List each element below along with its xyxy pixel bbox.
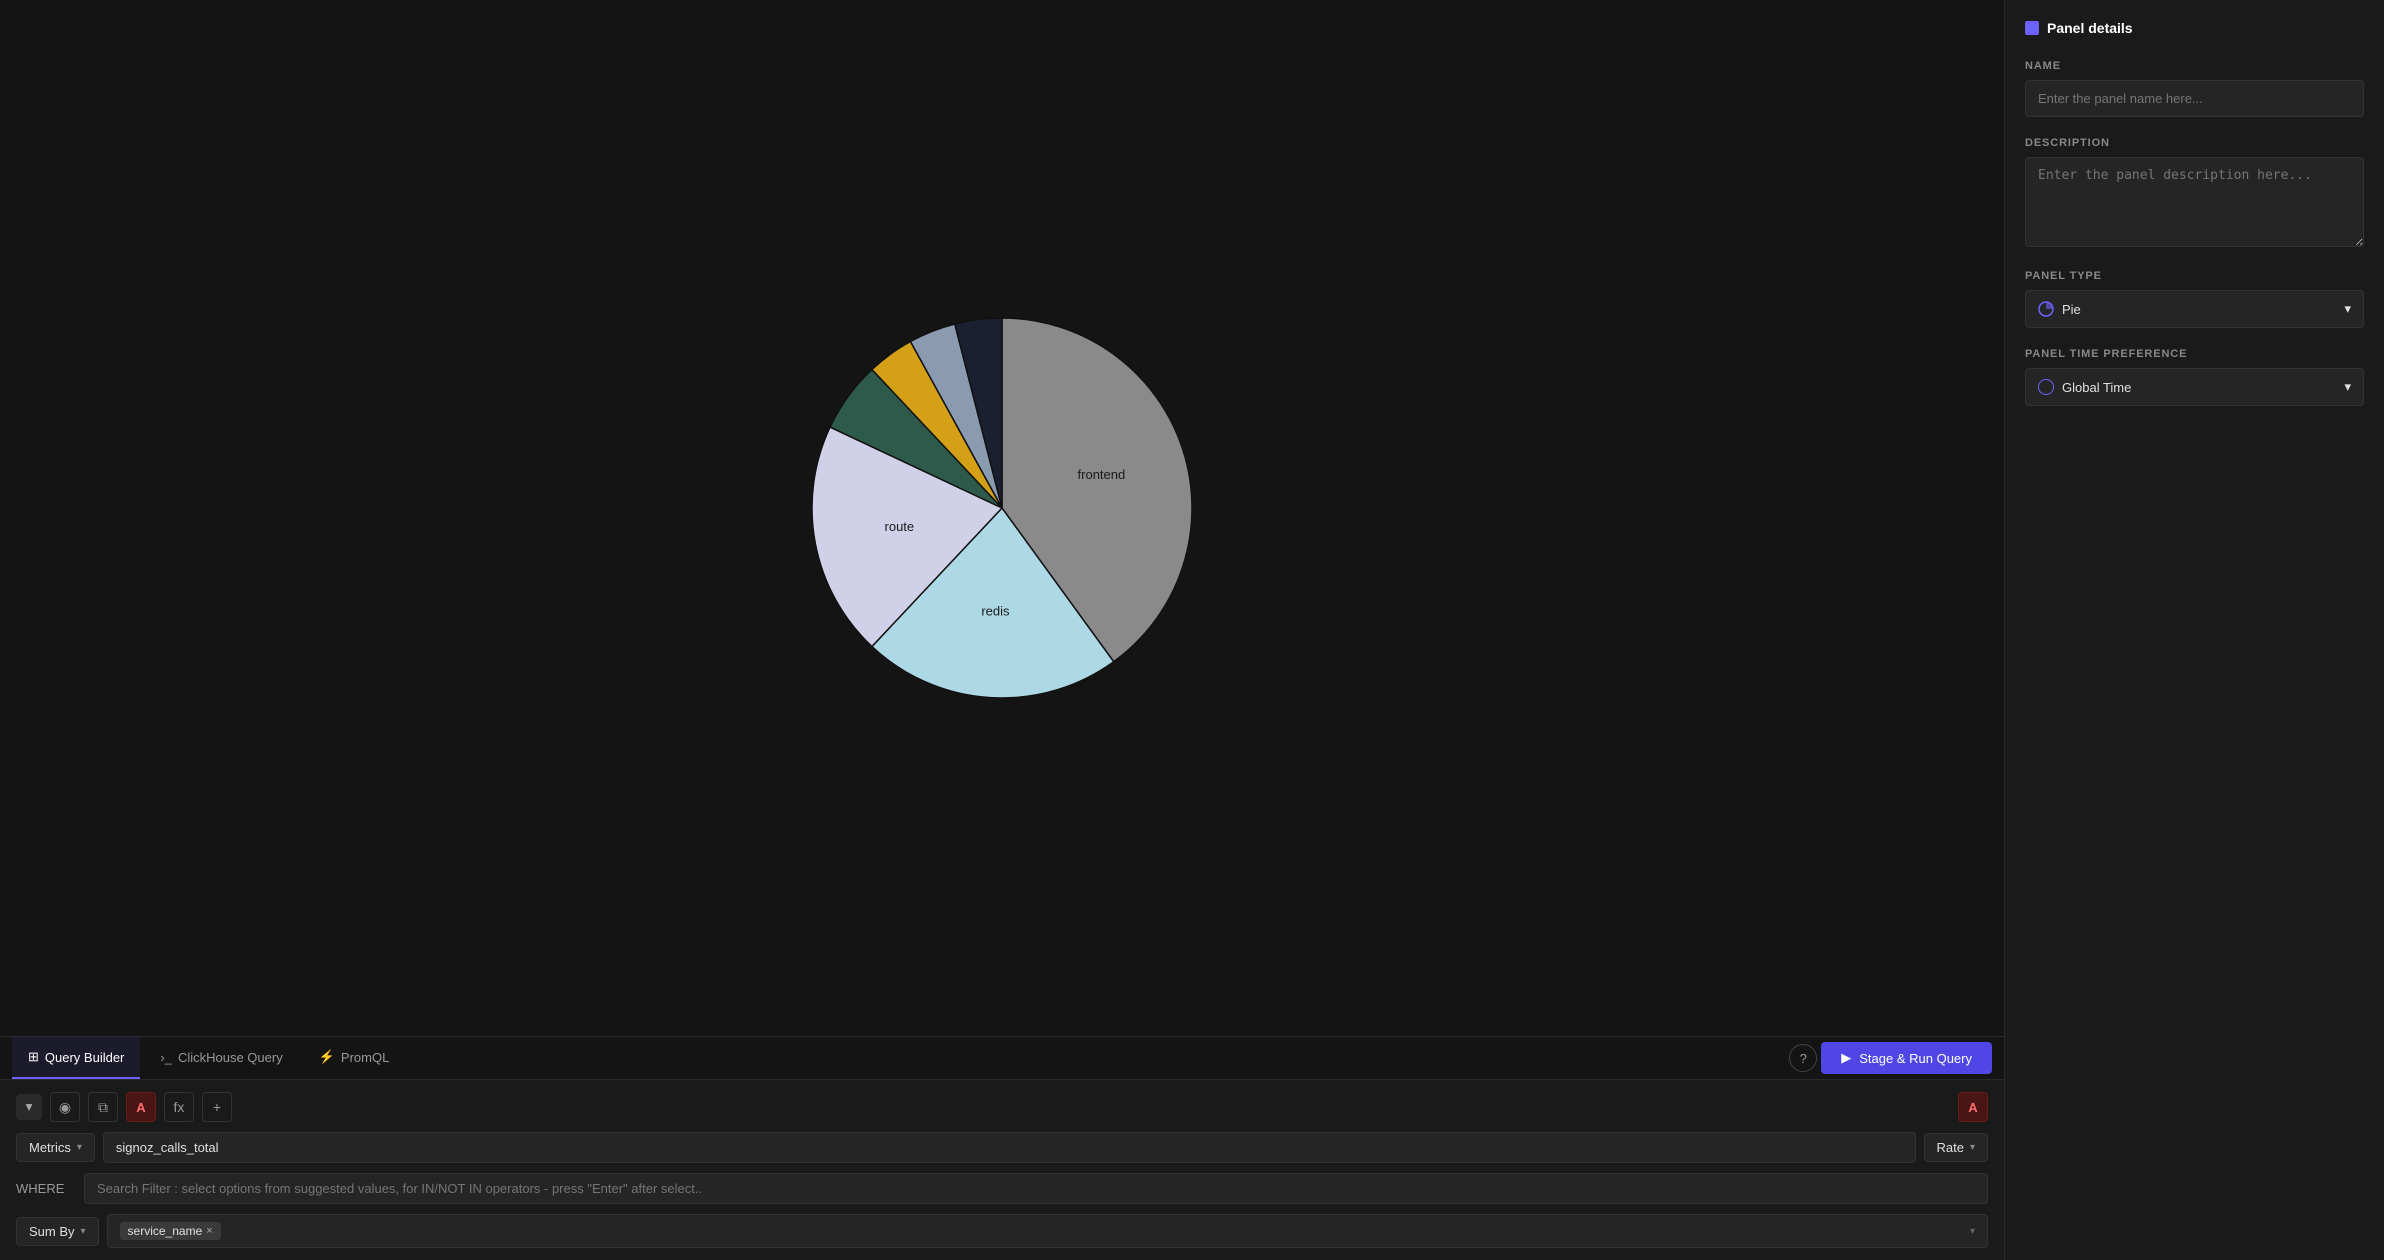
label-a-button[interactable]: A [126, 1092, 156, 1122]
sumby-tag: service_name × [120, 1222, 221, 1240]
description-textarea[interactable] [2025, 157, 2364, 247]
chevron-down-icon: ▾ [26, 1099, 33, 1115]
sumby-tag-label: service_name [128, 1224, 203, 1238]
rate-label: Rate [1937, 1140, 1964, 1155]
tab-bar: ⊞ Query Builder ›_ ClickHouse Query ⚡ Pr… [0, 1037, 2004, 1080]
panel-type-arrow: ▾ [2344, 301, 2351, 317]
globe-icon [2038, 379, 2054, 395]
main-area: frontend redis route ⊞ Query Builder ›_ Cl… [0, 0, 2004, 1260]
pie-chart: frontend redis route [752, 298, 1252, 738]
tab-clickhouse-query[interactable]: ›_ ClickHouse Query [144, 1038, 298, 1079]
tab-promql-label: PromQL [341, 1050, 389, 1065]
panel-time-label: PANEL TIME PREFERENCE [2025, 348, 2364, 360]
right-panel: Panel details NAME DESCRIPTION PANEL TYP… [2004, 0, 2384, 1260]
panel-time-value: Global Time [2062, 380, 2131, 395]
fx-icon: fx [174, 1099, 185, 1115]
promql-icon: ⚡ [319, 1049, 335, 1065]
metrics-label: Metrics [29, 1140, 71, 1155]
panel-time-field-group: PANEL TIME PREFERENCE Global Time ▾ [2025, 348, 2364, 406]
name-field-label: NAME [2025, 60, 2364, 72]
description-field-label: DESCRIPTION [2025, 137, 2364, 149]
panel-type-select[interactable]: Pie ▾ [2025, 290, 2364, 328]
help-icon: ? [1800, 1051, 1807, 1066]
tab-clickhouse-label: ClickHouse Query [178, 1050, 283, 1065]
metrics-select[interactable]: Metrics ▾ [16, 1133, 95, 1162]
query-panel: ⊞ Query Builder ›_ ClickHouse Query ⚡ Pr… [0, 1036, 2004, 1260]
tab-query-builder-label: Query Builder [45, 1050, 124, 1065]
query-id-text: A [1968, 1100, 1977, 1115]
panel-time-arrow: ▾ [2344, 379, 2351, 395]
metrics-chevron: ▾ [77, 1142, 82, 1153]
sumby-tag-input[interactable]: service_name × ▾ [107, 1214, 1988, 1248]
clickhouse-icon: ›_ [160, 1050, 172, 1065]
name-field-group: NAME [2025, 60, 2364, 117]
sumby-chevron: ▾ [81, 1226, 86, 1237]
tag-dropdown-arrow: ▾ [1970, 1226, 1975, 1237]
play-icon: ▶ [1841, 1050, 1851, 1066]
copy-button[interactable]: ⧉ [88, 1092, 118, 1122]
panel-type-label: PANEL TYPE [2025, 270, 2364, 282]
where-label: WHERE [16, 1181, 76, 1196]
formula-button[interactable]: fx [164, 1092, 194, 1122]
svg-text:redis: redis [981, 604, 1010, 619]
query-id-badge[interactable]: A [1958, 1092, 1988, 1122]
pie-chart-container: frontend redis route [742, 288, 1262, 748]
metrics-row: Metrics ▾ Rate ▾ [16, 1132, 1988, 1163]
tab-promql[interactable]: ⚡ PromQL [303, 1037, 406, 1079]
rate-chevron: ▾ [1970, 1142, 1975, 1153]
svg-text:frontend: frontend [1078, 467, 1126, 482]
panel-time-select[interactable]: Global Time ▾ [2025, 368, 2364, 406]
name-input[interactable] [2025, 80, 2364, 117]
filter-input[interactable] [84, 1173, 1988, 1204]
panel-type-field-group: PANEL TYPE Pie ▾ [2025, 270, 2364, 328]
plus-icon: + [213, 1099, 221, 1115]
run-query-label: Stage & Run Query [1859, 1051, 1972, 1066]
query-row-controls: ▾ ◉ ⧉ A fx + A [16, 1092, 1988, 1122]
sumby-row: Sum By ▾ service_name × ▾ [16, 1214, 1988, 1248]
sumby-label: Sum By [29, 1224, 75, 1239]
query-controls: ▾ ◉ ⧉ A fx + A [0, 1080, 2004, 1260]
panel-header-icon [2025, 21, 2039, 35]
add-query-button[interactable]: + [202, 1092, 232, 1122]
copy-icon: ⧉ [98, 1099, 108, 1116]
sumby-tag-remove[interactable]: × [206, 1225, 212, 1237]
panel-type-select-inner: Pie [2038, 301, 2081, 317]
pie-chart-icon [2038, 301, 2054, 317]
collapse-button[interactable]: ▾ [16, 1094, 42, 1120]
rate-select[interactable]: Rate ▾ [1924, 1133, 1989, 1162]
panel-type-value: Pie [2062, 302, 2081, 317]
description-field-group: DESCRIPTION [2025, 137, 2364, 250]
panel-details-title: Panel details [2047, 20, 2133, 36]
eye-icon: ◉ [59, 1099, 71, 1116]
visibility-button[interactable]: ◉ [50, 1092, 80, 1122]
svg-text:route: route [885, 519, 915, 534]
run-query-button[interactable]: ▶ Stage & Run Query [1821, 1042, 1992, 1074]
label-a-text: A [136, 1100, 145, 1115]
panel-details-header: Panel details [2025, 20, 2364, 36]
help-button[interactable]: ? [1789, 1044, 1817, 1072]
query-builder-icon: ⊞ [28, 1049, 39, 1065]
where-row: WHERE [16, 1173, 1988, 1204]
metric-name-input[interactable] [103, 1132, 1916, 1163]
tab-query-builder[interactable]: ⊞ Query Builder [12, 1037, 140, 1079]
sumby-select[interactable]: Sum By ▾ [16, 1217, 99, 1246]
chart-area: frontend redis route [0, 0, 2004, 1036]
panel-time-select-inner: Global Time [2038, 379, 2131, 395]
